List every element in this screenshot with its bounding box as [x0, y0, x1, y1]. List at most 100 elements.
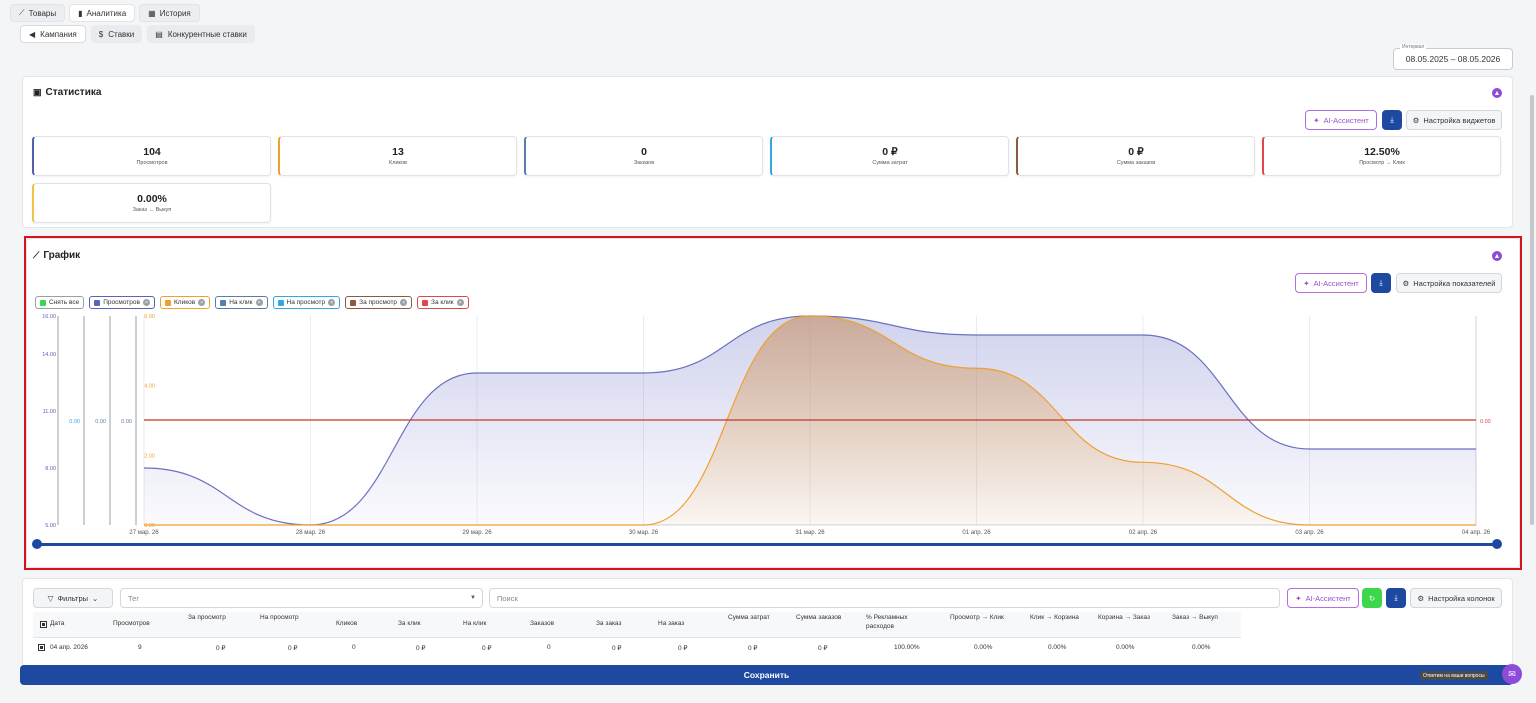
main-tabs: ⟋ Товары ▮ Аналитика ▦ История	[10, 4, 200, 22]
table-cell: 0 ₽	[288, 645, 298, 652]
legend-clicks[interactable]: Кликов ×	[159, 296, 211, 309]
analytics-subtabs: ◀ Кампания $ Ставки ▤ Конкурентные ставки	[20, 25, 255, 43]
columns-settings-button[interactable]: ⚙ Настройка колонок	[1410, 588, 1502, 608]
column-header[interactable]: Заказов	[530, 619, 590, 628]
help-tooltip: Ответим на ваши вопросы	[1420, 671, 1488, 680]
remove-icon[interactable]: ×	[400, 299, 408, 306]
gear-icon: ⚙	[1412, 115, 1420, 125]
page-scrollbar[interactable]	[1530, 95, 1534, 525]
range-slider-handle-start[interactable]	[32, 539, 42, 549]
column-header[interactable]: Клик → Корзина	[1030, 613, 1090, 622]
graph-title: ⟋ График	[33, 250, 81, 261]
legend-swatch	[350, 299, 357, 306]
table-cell: 0	[352, 644, 356, 651]
legend-views[interactable]: Просмотров ×	[89, 296, 155, 309]
table-download-button[interactable]: ⤓	[1386, 588, 1406, 608]
column-header[interactable]: Кликов	[336, 619, 396, 628]
download-icon: ⤓	[1390, 115, 1394, 124]
date-range-value: 08.05.2025 – 08.05.2026	[1405, 54, 1501, 64]
column-header[interactable]: Сумма заказов	[796, 613, 856, 622]
table-cell: 0 ₽	[678, 645, 688, 652]
table-cell: 0 ₽	[818, 645, 828, 652]
sparkle-icon: ✦	[1313, 115, 1320, 125]
row-checkbox[interactable]	[38, 644, 45, 651]
sparkle-icon: ✦	[1303, 278, 1310, 288]
search-input[interactable]: Поиск	[489, 588, 1280, 608]
filters-button[interactable]: ▽ Фильтры ⌄	[33, 588, 113, 608]
graph-ai-assistant-button[interactable]: ✦ AI-Ассистент	[1295, 273, 1367, 293]
tab-history[interactable]: ▦ История	[139, 4, 200, 22]
table-cell: 0.00%	[974, 644, 993, 651]
table-cell: 0.00%	[1192, 644, 1211, 651]
subtab-campaign[interactable]: ◀ Кампания	[20, 25, 86, 43]
table-cell: 0	[547, 644, 551, 651]
graph-download-button[interactable]: ⤓	[1371, 273, 1391, 293]
trend-icon: ⟋	[33, 250, 40, 260]
caret-down-icon: ▼	[470, 595, 476, 601]
checkbox-fill	[42, 623, 45, 626]
subtab-bids[interactable]: $ Ставки	[90, 25, 143, 43]
range-slider-track[interactable]	[37, 543, 1497, 546]
subtab-competitor-bids[interactable]: ▤ Конкурентные ставки	[147, 25, 255, 43]
calendar-icon: ▦	[148, 8, 156, 18]
remove-icon[interactable]: ×	[255, 299, 263, 306]
legend-clear-all[interactable]: Снять все	[35, 296, 85, 309]
remove-icon[interactable]: ×	[198, 299, 206, 306]
remove-icon[interactable]: ×	[328, 299, 336, 306]
coins-icon: $	[98, 29, 104, 39]
column-header[interactable]: За заказ	[596, 619, 656, 628]
checkbox-fill	[40, 646, 43, 649]
table-cell: 0 ₽	[216, 645, 226, 652]
column-header[interactable]: На клик	[463, 619, 523, 628]
widget-settings-button[interactable]: ⚙ Настройка виджетов	[1406, 110, 1502, 130]
tag-select[interactable]: Тег ▼	[120, 588, 483, 608]
table-cell: 0 ₽	[748, 645, 758, 652]
column-header[interactable]: Заказ → Выкуп	[1172, 613, 1232, 622]
table-cell: 0.00%	[1048, 644, 1067, 651]
stats-ai-assistant-button[interactable]: ✦ AI-Ассистент	[1305, 110, 1377, 130]
table-ai-assistant-button[interactable]: ✦ AI-Ассистент	[1287, 588, 1359, 608]
legend-cost-per-view[interactable]: За просмотр ×	[345, 296, 413, 309]
collapse-graph-icon[interactable]: ▲	[1492, 251, 1502, 261]
legend-per-view[interactable]: На просмотр ×	[272, 296, 341, 309]
stat-clicks: 13 Кликов	[278, 136, 517, 176]
stat-buyout: 0.00% Заказ → Выкуп	[32, 183, 271, 223]
tab-products[interactable]: ⟋ Товары	[10, 4, 66, 22]
filter-icon: ▽	[47, 593, 54, 603]
gear-icon: ⚙	[1402, 278, 1410, 288]
column-header[interactable]: На просмотр	[260, 613, 320, 622]
column-header[interactable]: Корзина → Заказ	[1098, 613, 1158, 622]
column-header[interactable]: На заказ	[658, 619, 718, 628]
column-header[interactable]: % Рекламных расходов	[866, 613, 926, 631]
select-all-checkbox[interactable]	[40, 621, 47, 628]
column-header[interactable]: Просмотров	[113, 619, 173, 628]
remove-icon[interactable]: ×	[456, 299, 464, 306]
stat-views: 104 Просмотров	[32, 136, 271, 176]
gear-icon: ⚙	[1417, 593, 1425, 603]
remove-icon[interactable]: ×	[142, 299, 150, 306]
column-header[interactable]: Дата	[50, 619, 110, 628]
column-header[interactable]: За клик	[398, 619, 458, 628]
tab-analytics[interactable]: ▮ Аналитика	[69, 4, 136, 22]
range-slider-handle-end[interactable]	[1492, 539, 1502, 549]
collapse-stats-icon[interactable]: ▲	[1492, 88, 1502, 98]
column-header[interactable]: Просмотр → Клик	[950, 613, 1010, 622]
date-range-field[interactable]: Интервал 08.05.2025 – 08.05.2026	[1393, 44, 1513, 70]
legend-swatch	[220, 299, 227, 306]
table-cell: 100.00%	[894, 644, 920, 651]
legend-swatch	[94, 299, 101, 306]
save-button[interactable]: Сохранить	[20, 665, 1513, 685]
chevron-down-icon: ⌄	[92, 593, 99, 603]
legend-swatch	[277, 299, 284, 306]
download-icon: ⤓	[1379, 278, 1383, 287]
metrics-settings-button[interactable]: ⚙ Настройка показателей	[1396, 273, 1502, 293]
table-cell: 0 ₽	[416, 645, 426, 652]
column-header[interactable]: Сумма затрат	[728, 613, 788, 622]
legend-cost-per-click[interactable]: За клик ×	[417, 296, 469, 309]
chat-icon[interactable]: ✉	[1502, 664, 1522, 684]
refresh-button[interactable]: ↻	[1362, 588, 1382, 608]
legend-per-click[interactable]: На клик ×	[215, 296, 268, 309]
stats-download-button[interactable]: ⤓	[1382, 110, 1402, 130]
chart-line-icon: ⟋	[19, 8, 25, 17]
column-header[interactable]: За просмотр	[188, 613, 248, 622]
